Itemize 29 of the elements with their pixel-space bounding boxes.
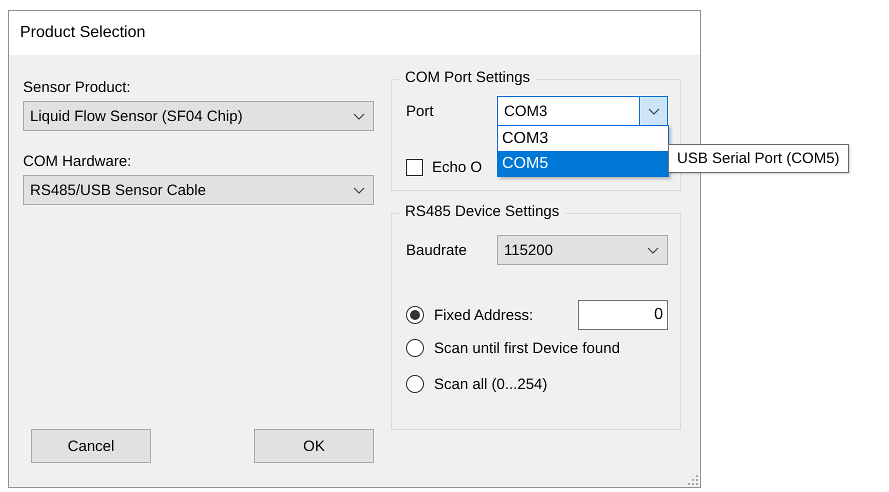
- radio-button[interactable]: [406, 375, 424, 393]
- radio-label: Scan all (0...254): [434, 376, 548, 392]
- chevron-down-icon: [647, 246, 659, 254]
- field-label: Port: [406, 102, 435, 120]
- radio-button[interactable]: [406, 306, 424, 324]
- echo-checkbox[interactable]: [406, 159, 423, 176]
- com-hardware-select[interactable]: RS485/USB Sensor Cable: [23, 175, 374, 205]
- dropdown-option[interactable]: COM5: [498, 151, 668, 176]
- chevron-down-icon: [353, 186, 365, 194]
- chevron-down-icon: [648, 108, 660, 114]
- dropdown-option[interactable]: COM3: [498, 126, 668, 151]
- field-label: COM Hardware:: [23, 153, 132, 170]
- field-label: Sensor Product:: [23, 79, 132, 96]
- sensor-product-select[interactable]: Liquid Flow Sensor (SF04 Chip): [23, 101, 374, 131]
- tooltip: USB Serial Port (COM5): [668, 144, 849, 173]
- group-title: COM Port Settings: [399, 69, 536, 86]
- dialog-button[interactable]: OK: [254, 429, 374, 463]
- window-title: Product Selection: [20, 24, 146, 42]
- baudrate-select[interactable]: 115200: [497, 235, 668, 265]
- group-title: RS485 Device Settings: [399, 203, 566, 220]
- address-input-field[interactable]: 0: [578, 300, 668, 330]
- resize-grip-icon[interactable]: [688, 475, 698, 485]
- chevron-down-icon: [353, 112, 365, 120]
- field-label: Baudrate: [406, 242, 468, 258]
- radio-label: Scan until first Device found: [434, 340, 620, 356]
- radio-button[interactable]: [406, 339, 424, 357]
- radio-label: Fixed Address:: [434, 306, 534, 324]
- dialog-button[interactable]: Cancel: [31, 429, 151, 463]
- checkbox-label: Echo O: [432, 159, 482, 176]
